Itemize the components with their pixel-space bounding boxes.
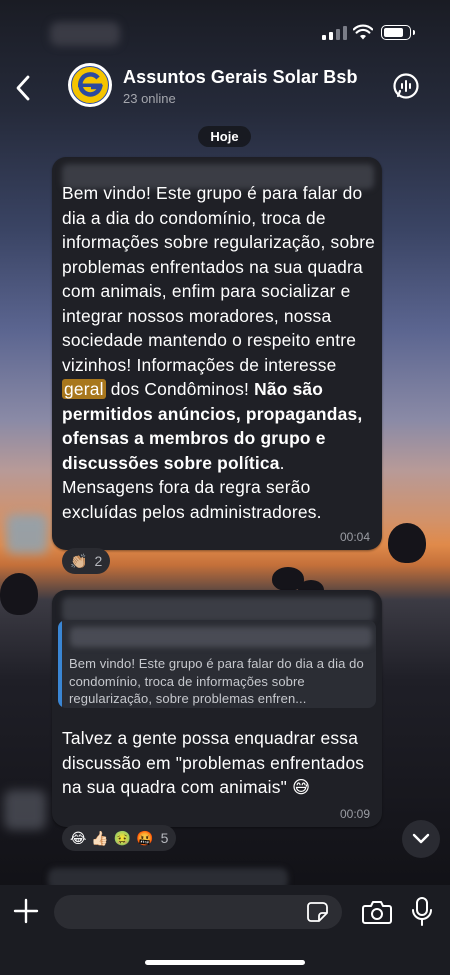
reaction-bar[interactable]: 😂 👍🏻 🤢 🤬 5 [62, 825, 177, 851]
balloon-silhouette [0, 573, 38, 615]
date-separator: Hoje [198, 126, 251, 147]
sender-name-redacted [62, 597, 374, 622]
message-text: Bem vindo! Este grupo é para falar do di… [62, 183, 376, 522]
quoted-sender-redacted [70, 627, 372, 647]
attach-button[interactable] [12, 897, 40, 925]
thumbs-up-icon: 👍🏻 [91, 830, 109, 846]
chat-header: Assuntos Gerais Solar Bsb 23 online [0, 62, 450, 114]
message-bubble[interactable]: Bem vindo! Este grupo é para falar do di… [52, 157, 382, 550]
reaction-count: 2 [94, 553, 103, 569]
search-highlight: geral [62, 379, 106, 399]
online-count: 23 online [123, 91, 176, 106]
quoted-text: Bem vindo! Este grupo é para falar do di… [69, 656, 364, 706]
laughing-face-icon: 😂 [70, 830, 87, 846]
wifi-icon [353, 24, 373, 40]
camera-button[interactable] [362, 899, 392, 925]
cursing-face-icon: 🤬 [136, 830, 154, 846]
status-time-redacted [50, 22, 120, 46]
message-input[interactable] [54, 895, 342, 929]
quoted-message[interactable]: Bem vindo! Este grupo é para falar do di… [58, 620, 376, 708]
message-time: 00:04 [339, 530, 370, 544]
back-button[interactable] [8, 72, 38, 104]
signal-icon [322, 26, 347, 40]
message-composer [0, 885, 450, 975]
sender-avatar-redacted[interactable] [6, 514, 48, 554]
message-text: Talvez a gente possa enquadrar essa disc… [62, 728, 365, 797]
reaction-count: 5 [160, 830, 169, 846]
scroll-down-button[interactable] [402, 820, 440, 858]
sticker-button[interactable] [307, 902, 329, 922]
reaction-bar[interactable]: 👏🏼 2 [62, 548, 111, 574]
voice-chat-button[interactable] [392, 72, 420, 100]
message-time: 00:09 [339, 807, 370, 821]
group-avatar[interactable] [68, 63, 112, 107]
home-indicator[interactable] [145, 960, 305, 965]
nauseated-face-icon: 🤢 [113, 830, 132, 846]
message-bubble[interactable]: Bem vindo! Este grupo é para falar do di… [52, 590, 382, 827]
chevron-down-icon [412, 833, 430, 844]
quote-bar [58, 620, 62, 708]
group-logo-icon [78, 72, 103, 97]
microphone-button[interactable] [410, 897, 434, 927]
chevron-left-icon [16, 75, 30, 101]
sender-avatar-redacted[interactable] [4, 790, 46, 830]
status-bar [0, 0, 450, 62]
group-title[interactable]: Assuntos Gerais Solar Bsb [123, 67, 358, 88]
balloon-silhouette [388, 523, 426, 563]
battery-icon [381, 25, 415, 40]
clapping-hands-icon: 👏🏼 [70, 553, 88, 569]
